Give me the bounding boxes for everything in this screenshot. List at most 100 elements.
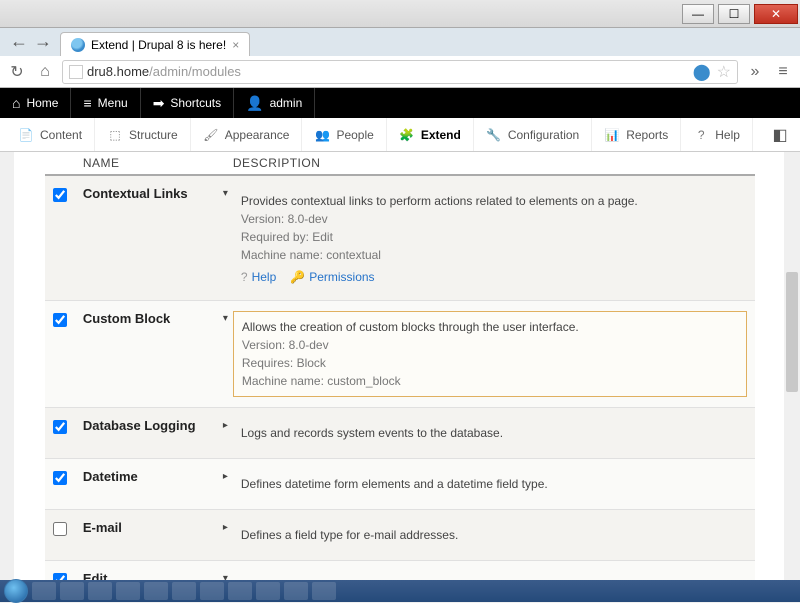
drupal-favicon-icon	[71, 38, 85, 52]
tab-title: Extend | Drupal 8 is here!	[91, 38, 226, 52]
collapse-arrow-icon[interactable]: ▾	[223, 573, 228, 580]
header-desc: DESCRIPTION	[225, 152, 755, 175]
module-enable-checkbox[interactable]	[53, 522, 67, 536]
back-button[interactable]: ←	[8, 30, 30, 52]
module-description: Allows the creation of custom blocks thr…	[242, 318, 738, 336]
module-enable-checkbox[interactable]	[53, 573, 67, 580]
scroll-thumb[interactable]	[786, 272, 798, 392]
toolbar-shortcuts[interactable]: ➡Shortcuts	[141, 88, 234, 118]
table-header-row: NAME DESCRIPTION	[45, 152, 755, 175]
window-titlebar: — ☐ ✕	[0, 0, 800, 28]
reload-button[interactable]: ↻	[6, 61, 28, 83]
task-item[interactable]	[116, 582, 140, 600]
module-name: Contextual Links	[75, 175, 225, 301]
window-minimize[interactable]: —	[682, 4, 714, 24]
admin-tab-content[interactable]: 📄Content	[6, 118, 95, 151]
admin-tab-appearance[interactable]: 🖌Appearance	[191, 118, 303, 151]
expand-arrow-icon[interactable]: ▸	[223, 522, 228, 533]
task-item[interactable]	[256, 582, 280, 600]
task-item[interactable]	[88, 582, 112, 600]
admin-tab-configuration[interactable]: 🔧Configuration	[474, 118, 592, 151]
collapse-button[interactable]: ◧	[766, 125, 794, 145]
admin-tab-extend[interactable]: 🧩 Extend	[387, 118, 474, 151]
module-enable-checkbox[interactable]	[53, 188, 67, 202]
task-item[interactable]	[312, 582, 336, 600]
admin-tab-reports[interactable]: 📊Reports	[592, 118, 681, 151]
module-enable-checkbox[interactable]	[53, 313, 67, 327]
collapse-arrow-icon[interactable]: ▾	[223, 188, 228, 199]
browser-tab[interactable]: Extend | Drupal 8 is here! ×	[60, 32, 250, 56]
module-row: Custom Block▾Allows the creation of cust…	[45, 301, 755, 408]
help-icon: ?	[693, 127, 709, 143]
windows-taskbar[interactable]	[0, 580, 800, 602]
window-close[interactable]: ✕	[754, 4, 798, 24]
admin-tab-label: People	[336, 128, 373, 142]
vertical-scrollbar[interactable]	[784, 152, 800, 580]
module-link-help[interactable]: ?Help	[241, 270, 276, 284]
toolbar-home[interactable]: ⌂Home	[0, 88, 71, 118]
reports-icon: 📊	[604, 127, 620, 143]
permissions-icon: 🔑	[290, 270, 305, 284]
browser-tab-strip: ← → Extend | Drupal 8 is here! ×	[0, 28, 800, 56]
task-item[interactable]	[284, 582, 308, 600]
tab-close-icon[interactable]: ×	[232, 38, 239, 52]
admin-tab-help[interactable]: ? Help	[681, 118, 753, 151]
new-tab-button[interactable]	[254, 36, 278, 56]
window-maximize[interactable]: ☐	[718, 4, 750, 24]
module-row: Edit▾In-place content editing.Version: 8…	[45, 561, 755, 581]
module-machine-name: Machine name: custom_block	[242, 372, 738, 390]
admin-icon: 👤	[246, 95, 263, 112]
overflow-button[interactable]: »	[744, 61, 766, 83]
task-item[interactable]	[172, 582, 196, 600]
shortcuts-icon: ➡	[153, 95, 165, 112]
admin-tab-label: Help	[715, 128, 740, 142]
toolbar-admin[interactable]: 👤 admin	[234, 88, 315, 118]
forward-button[interactable]: →	[32, 30, 54, 52]
star-icon[interactable]: ☆	[717, 62, 731, 82]
content-icon: 📄	[18, 127, 34, 143]
module-description-box: Defines a field type for e-mail addresse…	[233, 520, 747, 550]
task-item[interactable]	[60, 582, 84, 600]
module-description: Defines datetime form elements and a dat…	[241, 475, 739, 493]
expand-arrow-icon[interactable]: ▸	[223, 471, 228, 482]
module-name: Database Logging	[75, 408, 225, 459]
start-button[interactable]	[4, 579, 28, 603]
module-description-box: Allows the creation of custom blocks thr…	[233, 311, 747, 397]
admin-tab-label: Extend	[421, 128, 461, 142]
home-icon: ⌂	[12, 95, 20, 111]
module-description: Defines a field type for e-mail addresse…	[241, 526, 739, 544]
help-icon: ?	[241, 270, 248, 284]
task-item[interactable]	[32, 582, 56, 600]
home-button[interactable]: ⌂	[34, 61, 56, 83]
modules-page: NAME DESCRIPTION Contextual Links▾Provid…	[14, 152, 786, 580]
drupal-icon[interactable]: ⬤	[693, 62, 711, 82]
admin-tab-people[interactable]: 👥People	[302, 118, 386, 151]
module-name: Edit	[75, 561, 225, 581]
module-description-box: Defines datetime form elements and a dat…	[233, 469, 747, 499]
toolbar-menu[interactable]: ≡Menu	[71, 88, 140, 118]
module-description: Logs and records system events to the da…	[241, 424, 739, 442]
admin-menu: 📄Content ⬚ Structure 🖌Appearance👥People 🧩 Ext…	[0, 118, 800, 152]
module-link-permissions[interactable]: 🔑Permissions	[290, 270, 374, 284]
module-enable-checkbox[interactable]	[53, 420, 67, 434]
module-links: ?Help 🔑Permissions	[241, 264, 739, 284]
collapse-arrow-icon[interactable]: ▾	[223, 313, 228, 324]
toolbar-label: admin	[270, 96, 303, 110]
menu-button[interactable]: ≡	[772, 61, 794, 83]
admin-tab-label: Structure	[129, 128, 178, 142]
structure-icon: ⬚	[107, 127, 123, 143]
expand-arrow-icon[interactable]: ▸	[223, 420, 228, 431]
module-enable-checkbox[interactable]	[53, 471, 67, 485]
task-item[interactable]	[200, 582, 224, 600]
extend-icon: 🧩	[399, 127, 415, 143]
module-version: Version: 8.0-dev	[241, 210, 739, 228]
admin-tab-structure[interactable]: ⬚ Structure	[95, 118, 191, 151]
module-requires: Requires: Block	[242, 354, 738, 372]
task-item[interactable]	[228, 582, 252, 600]
admin-tab-label: Configuration	[508, 128, 579, 142]
toolbar-label: Menu	[98, 96, 128, 110]
module-row: Contextual Links▾ Provides contextual lin…	[45, 175, 755, 301]
url-field[interactable]: dru8.home/admin/modules ⬤ ☆	[62, 60, 738, 84]
module-description: Provides contextual links to perform act…	[241, 192, 739, 210]
task-item[interactable]	[144, 582, 168, 600]
